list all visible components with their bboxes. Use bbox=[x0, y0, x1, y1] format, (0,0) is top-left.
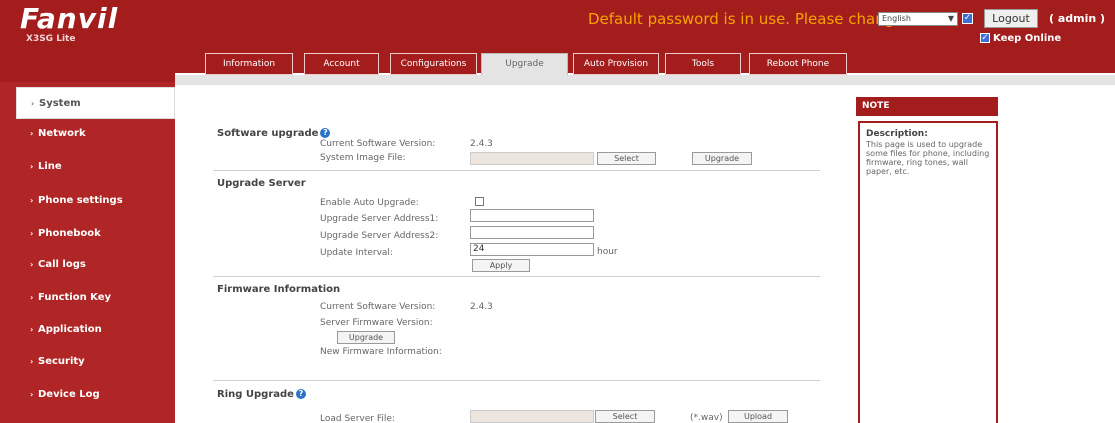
sidebar-item-label: Application bbox=[38, 324, 102, 335]
sidebar-item-label: System bbox=[39, 98, 81, 109]
sidebar-item-label: Phone settings bbox=[38, 195, 123, 206]
note-panel: Description: This page is used to upgrad… bbox=[858, 121, 998, 423]
default-password-warning: Default password is in use. Please chang… bbox=[588, 10, 904, 28]
sidebar-item-security[interactable]: › Security bbox=[0, 346, 175, 378]
sidebar-item-system[interactable]: › System bbox=[16, 87, 175, 119]
sidebar-item-line[interactable]: › Line bbox=[0, 151, 175, 183]
keep-online-label: Keep Online bbox=[993, 33, 1062, 44]
content-top-band bbox=[175, 75, 1115, 85]
tab-upgrade[interactable]: Upgrade bbox=[481, 53, 568, 75]
current-version-value: 2.4.3 bbox=[470, 139, 493, 149]
update-interval-label: Update Interval: bbox=[320, 248, 393, 258]
current-version-label: Current Software Version: bbox=[320, 139, 436, 149]
firmware-upgrade-button[interactable]: Upgrade bbox=[337, 331, 395, 344]
chevron-right-icon: › bbox=[30, 196, 34, 205]
upgrade-image-button[interactable]: Upgrade bbox=[692, 152, 752, 165]
sidebar-header bbox=[0, 73, 175, 82]
sidebar-item-network[interactable]: › Network bbox=[0, 118, 175, 150]
tab-auto-provision[interactable]: Auto Provision bbox=[573, 53, 659, 75]
sidebar-item-label: Function Key bbox=[38, 292, 112, 303]
chevron-right-icon: › bbox=[31, 99, 35, 108]
chevron-right-icon: › bbox=[30, 357, 34, 366]
chevron-right-icon: › bbox=[30, 162, 34, 171]
logout-button[interactable]: Logout bbox=[984, 9, 1038, 28]
keep-online-checkbox[interactable]: ✓ bbox=[980, 33, 990, 43]
tab-information[interactable]: Information bbox=[205, 53, 293, 75]
server-address1-input[interactable] bbox=[470, 209, 594, 222]
sidebar-item-phone-settings[interactable]: › Phone settings bbox=[0, 185, 175, 217]
system-image-file-input[interactable] bbox=[470, 152, 594, 165]
divider bbox=[213, 276, 820, 277]
enable-auto-upgrade-label: Enable Auto Upgrade: bbox=[320, 198, 419, 208]
enable-auto-upgrade-checkbox[interactable] bbox=[475, 197, 484, 206]
select-image-button[interactable]: Select bbox=[597, 152, 656, 165]
section-title-text: Ring Upgrade bbox=[217, 389, 294, 400]
server-firmware-version-label: Server Firmware Version: bbox=[320, 318, 433, 328]
brand-name: Fanvil bbox=[20, 2, 119, 35]
software-upgrade-title: Software upgrade? bbox=[217, 128, 331, 139]
upgrade-server-title: Upgrade Server bbox=[217, 178, 306, 189]
interval-unit: hour bbox=[597, 247, 618, 257]
fw-current-version-value: 2.4.3 bbox=[470, 302, 493, 312]
sidebar-item-function-key[interactable]: › Function Key bbox=[0, 282, 175, 314]
server-address2-input[interactable] bbox=[470, 226, 594, 239]
language-apply-checkbox[interactable]: ✓ bbox=[962, 13, 973, 24]
sidebar-item-phonebook[interactable]: › Phonebook bbox=[0, 218, 175, 250]
note-description: This page is used to upgrade some files … bbox=[866, 140, 990, 176]
ring-upgrade-title: Ring Upgrade? bbox=[217, 389, 306, 400]
ring-select-button[interactable]: Select bbox=[595, 410, 655, 423]
tab-reboot-phone[interactable]: Reboot Phone bbox=[749, 53, 847, 75]
language-value: English bbox=[882, 14, 911, 23]
chevron-right-icon: › bbox=[30, 260, 34, 269]
sidebar-item-label: Security bbox=[38, 356, 85, 367]
server-address1-label: Upgrade Server Address1: bbox=[320, 214, 439, 224]
note-header: NOTE bbox=[856, 97, 998, 116]
tab-configurations[interactable]: Configurations bbox=[390, 53, 477, 75]
help-icon[interactable]: ? bbox=[295, 389, 306, 399]
language-select[interactable]: English ▼ bbox=[878, 12, 958, 26]
chevron-right-icon: › bbox=[30, 129, 34, 138]
sidebar-item-label: Phonebook bbox=[38, 228, 101, 239]
chevron-right-icon: › bbox=[30, 325, 34, 334]
ring-file-extension: (*.wav) bbox=[690, 413, 723, 423]
server-address2-label: Upgrade Server Address2: bbox=[320, 231, 439, 241]
sidebar-item-application[interactable]: › Application bbox=[0, 314, 175, 346]
chevron-down-icon: ▼ bbox=[947, 14, 954, 23]
sidebar-item-label: Network bbox=[38, 128, 86, 139]
new-firmware-info-label: New Firmware Information: bbox=[320, 347, 442, 357]
chevron-right-icon: › bbox=[30, 229, 34, 238]
ring-file-input[interactable] bbox=[470, 410, 594, 423]
ring-upload-button[interactable]: Upload bbox=[728, 410, 788, 423]
chevron-right-icon: › bbox=[30, 293, 34, 302]
divider bbox=[213, 380, 820, 381]
chevron-right-icon: › bbox=[30, 390, 34, 399]
load-server-file-label: Load Server File: bbox=[320, 414, 395, 423]
sidebar-item-label: Line bbox=[38, 161, 62, 172]
sidebar-item-label: Call logs bbox=[38, 259, 86, 270]
system-image-label: System Image File: bbox=[320, 153, 406, 163]
fw-current-version-label: Current Software Version: bbox=[320, 302, 436, 312]
tab-account[interactable]: Account bbox=[304, 53, 379, 75]
note-title: Description: bbox=[866, 129, 928, 139]
tab-tools[interactable]: Tools bbox=[665, 53, 741, 75]
sidebar-item-call-logs[interactable]: › Call logs bbox=[0, 249, 175, 281]
keep-online-toggle[interactable]: ✓ Keep Online bbox=[980, 33, 1061, 44]
user-label: ( admin ) bbox=[1049, 12, 1106, 25]
divider bbox=[213, 170, 820, 171]
update-interval-input[interactable]: 24 bbox=[470, 243, 594, 256]
firmware-information-title: Firmware Information bbox=[217, 284, 341, 295]
model-name: X3SG Lite bbox=[26, 34, 76, 44]
help-icon[interactable]: ? bbox=[320, 128, 331, 138]
section-title-text: Software upgrade bbox=[217, 128, 319, 139]
apply-button[interactable]: Apply bbox=[472, 259, 530, 272]
fanvil-logo: Fanvil X3SG Lite bbox=[20, 2, 119, 46]
sidebar: › System › Network › Line › Phone settings ›… bbox=[0, 82, 175, 423]
sidebar-item-label: Device Log bbox=[38, 389, 100, 400]
sidebar-item-device-log[interactable]: › Device Log bbox=[0, 379, 175, 411]
